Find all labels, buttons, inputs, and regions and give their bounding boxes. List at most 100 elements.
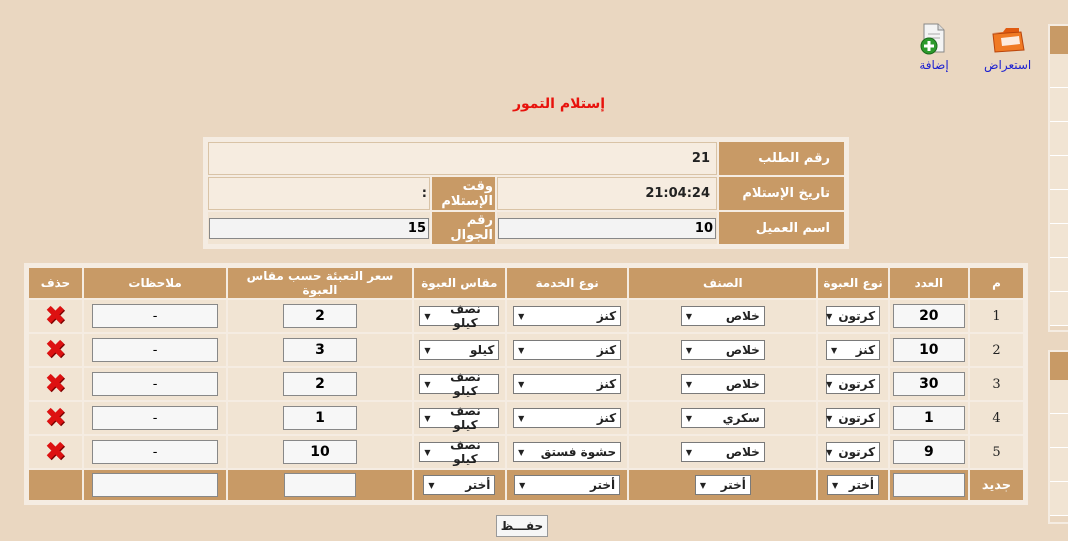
- price-field[interactable]: [282, 372, 357, 396]
- pack-type-select[interactable]: كرتون ▼: [826, 306, 881, 326]
- delete-cell: ✖: [29, 368, 82, 400]
- new-service-select[interactable]: أختر ▼: [514, 475, 621, 495]
- pack-type-select-value: كرتون: [838, 445, 876, 459]
- pack-type-cell: كرتون ▼: [818, 436, 888, 468]
- service-cell: كنز ▼: [507, 334, 628, 366]
- pack-size-select-value: كيلو: [470, 343, 495, 357]
- count-field[interactable]: [892, 406, 965, 430]
- delete-icon[interactable]: ✖: [45, 369, 67, 399]
- customer-label: اسم العميل: [719, 212, 844, 244]
- pack-type-select[interactable]: كنز ▼: [826, 340, 881, 360]
- dropdown-arrow-icon: ▼: [685, 413, 692, 423]
- delete-icon[interactable]: ✖: [45, 403, 67, 433]
- service-select[interactable]: حشوة فستق ▼: [513, 442, 622, 462]
- new-count-field[interactable]: [892, 473, 965, 497]
- variety-select[interactable]: خلاص ▼: [680, 340, 765, 360]
- new-service-select-value: أختر: [590, 478, 616, 492]
- notes-field[interactable]: [92, 372, 219, 396]
- mobile-field[interactable]: [209, 217, 429, 239]
- service-select[interactable]: كنز ▼: [513, 340, 622, 360]
- dropdown-arrow-icon: ▼: [826, 447, 833, 457]
- price-field[interactable]: [282, 338, 357, 362]
- new-count-cell: [889, 470, 968, 500]
- variety-cell: خلاص ▼: [629, 334, 817, 366]
- browse-button[interactable]: استعراض: [984, 22, 1031, 72]
- new-price-cell: [228, 470, 412, 500]
- pack-type-select[interactable]: كرتون ▼: [826, 374, 881, 394]
- pack-type-select-value: كرتون: [838, 411, 876, 425]
- delete-icon[interactable]: ✖: [45, 301, 67, 331]
- count-field[interactable]: [892, 372, 965, 396]
- notes-field[interactable]: [92, 440, 219, 464]
- variety-select[interactable]: خلاص ▼: [680, 306, 765, 326]
- service-select-value: كنز: [596, 377, 617, 391]
- add-button[interactable]: إضافة: [918, 22, 950, 72]
- service-select[interactable]: كنز ▼: [513, 408, 622, 428]
- new-pack-size-select-value: أختر: [465, 478, 491, 492]
- notes-field[interactable]: [92, 406, 219, 430]
- receipt-date-value: 21:04:24: [497, 177, 717, 210]
- new-pack-type-select[interactable]: أختر ▼: [827, 475, 880, 495]
- col-notes: ملاحظات: [83, 268, 227, 298]
- count-field[interactable]: [892, 440, 965, 464]
- new-notes-field[interactable]: [92, 473, 219, 497]
- new-pack-size-cell: أختر ▼: [413, 470, 506, 500]
- save-button[interactable]: حفـــظ: [496, 515, 548, 537]
- pack-size-select[interactable]: نصف كيلو ▼: [419, 370, 500, 398]
- variety-select[interactable]: خلاص ▼: [680, 374, 765, 394]
- count-field[interactable]: [892, 304, 965, 328]
- variety-cell: خلاص ▼: [629, 300, 817, 332]
- dropdown-arrow-icon: ▼: [831, 345, 838, 355]
- service-select-value: كنز: [596, 309, 617, 323]
- service-select-value: كنز: [596, 411, 617, 425]
- row-index: 3: [970, 368, 1023, 400]
- notes-cell: [83, 368, 227, 400]
- dropdown-arrow-icon: ▼: [826, 311, 833, 321]
- delete-icon[interactable]: ✖: [45, 335, 67, 365]
- customer-field[interactable]: [498, 217, 716, 239]
- variety-select-value: خلاص: [725, 309, 760, 323]
- count-field[interactable]: [892, 338, 965, 362]
- col-service: نوع الخدمة: [507, 268, 628, 298]
- variety-cell: سكري ▼: [629, 402, 817, 434]
- pack-size-cell: نصف كيلو ▼: [413, 368, 506, 400]
- delete-icon[interactable]: ✖: [45, 437, 67, 467]
- delete-cell: ✖: [29, 402, 82, 434]
- pack-size-select[interactable]: نصف كيلو ▼: [419, 438, 500, 466]
- dropdown-arrow-icon: ▼: [424, 311, 431, 321]
- pack-size-cell: نصف كيلو ▼: [413, 436, 506, 468]
- variety-cell: خلاص ▼: [629, 436, 817, 468]
- price-field[interactable]: [282, 304, 357, 328]
- pack-size-select[interactable]: نصف كيلو ▼: [419, 302, 500, 330]
- pack-type-select[interactable]: كرتون ▼: [826, 408, 881, 428]
- variety-select[interactable]: خلاص ▼: [680, 442, 765, 462]
- variety-select-value: سكري: [722, 411, 760, 425]
- count-cell: [889, 436, 968, 468]
- price-field[interactable]: [282, 406, 357, 430]
- new-variety-cell: أختر ▼: [629, 470, 817, 500]
- receipt-date-label: تاريخ الإستلام: [719, 177, 844, 210]
- pack-size-select[interactable]: نصف كيلو ▼: [419, 404, 500, 432]
- dropdown-arrow-icon: ▼: [518, 379, 525, 389]
- new-variety-select[interactable]: أختر ▼: [694, 475, 751, 495]
- pack-size-select[interactable]: كيلو ▼: [419, 340, 500, 360]
- pack-type-cell: كرتون ▼: [818, 368, 888, 400]
- row-index: 2: [970, 334, 1023, 366]
- notes-field[interactable]: [92, 338, 219, 362]
- price-field[interactable]: [282, 440, 357, 464]
- variety-select[interactable]: سكري ▼: [680, 408, 765, 428]
- new-price-field[interactable]: [283, 473, 356, 497]
- pack-type-select[interactable]: كرتون ▼: [826, 442, 881, 462]
- count-cell: [889, 334, 968, 366]
- col-pack-size: مقاس العبوة: [413, 268, 506, 298]
- pack-type-cell: كرتون ▼: [818, 402, 888, 434]
- col-index: م: [970, 268, 1023, 298]
- notes-field[interactable]: [92, 304, 219, 328]
- new-pack-size-select[interactable]: أختر ▼: [423, 475, 496, 495]
- service-select[interactable]: كنز ▼: [513, 374, 622, 394]
- side-panel-bottom: [1048, 350, 1068, 524]
- new-pack-type-select-value: أختر: [848, 478, 875, 492]
- service-select[interactable]: كنز ▼: [513, 306, 622, 326]
- row-index: 4: [970, 402, 1023, 434]
- dropdown-arrow-icon: ▼: [826, 413, 833, 423]
